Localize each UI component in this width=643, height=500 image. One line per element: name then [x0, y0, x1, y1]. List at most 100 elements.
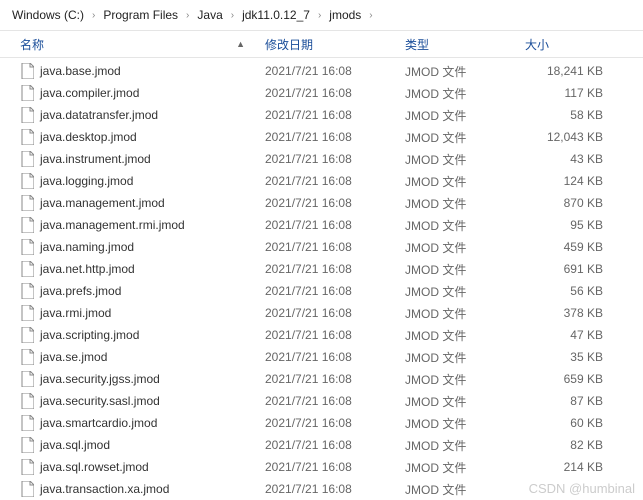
file-row[interactable]: java.se.jmod2021/7/21 16:08JMOD 文件35 KB	[0, 346, 643, 368]
file-size-cell: 87 KB	[525, 394, 633, 408]
file-name-label: java.datatransfer.jmod	[40, 108, 158, 122]
file-row[interactable]: java.management.jmod 2021/7/21 16:08JMOD …	[0, 192, 643, 214]
file-size-cell: 117 KB	[525, 86, 633, 100]
file-row[interactable]: java.rmi.jmod2021/7/21 16:08JMOD 文件378 K…	[0, 302, 643, 324]
file-date-cell: 2021/7/21 16:08	[265, 284, 405, 298]
file-name-label: java.desktop.jmod	[40, 130, 137, 144]
chevron-right-icon: ›	[367, 10, 374, 21]
file-row[interactable]: java.sql.rowset.jmod2021/7/21 16:08JMOD …	[0, 456, 643, 478]
file-size-cell: 60 KB	[525, 416, 633, 430]
file-icon	[20, 63, 34, 79]
file-name-cell: java.logging.jmod	[10, 173, 265, 189]
column-header-type-label: 类型	[405, 38, 429, 52]
file-name-cell: java.datatransfer.jmod	[10, 107, 265, 123]
file-name-label: java.naming.jmod	[40, 240, 134, 254]
column-header-size[interactable]: 大小	[525, 36, 633, 53]
breadcrumb-item[interactable]: Java	[195, 6, 224, 24]
file-date-cell: 2021/7/21 16:08	[265, 306, 405, 320]
file-row[interactable]: java.desktop.jmod2021/7/21 16:08JMOD 文件1…	[0, 126, 643, 148]
file-row[interactable]: java.net.http.jmod2021/7/21 16:08JMOD 文件…	[0, 258, 643, 280]
breadcrumb-item[interactable]: Program Files	[101, 6, 180, 24]
file-icon	[20, 481, 34, 497]
file-name-label: java.sql.jmod	[40, 438, 110, 452]
file-date-cell: 2021/7/21 16:08	[265, 196, 405, 210]
file-row[interactable]: java.smartcardio.jmod 2021/7/21 16:08JMOD…	[0, 412, 643, 434]
file-type-cell: JMOD 文件	[405, 371, 525, 388]
file-name-cell: java.instrument.jmod	[10, 151, 265, 167]
file-name-cell: java.rmi.jmod	[10, 305, 265, 321]
file-date-cell: 2021/7/21 16:08	[265, 64, 405, 78]
file-row[interactable]: java.datatransfer.jmod2021/7/21 16:08JMO…	[0, 104, 643, 126]
chevron-right-icon: ›	[229, 10, 236, 21]
file-name-label: java.transaction.xa.jmod	[40, 482, 169, 496]
column-header-row: 名称 ▲ 修改日期 类型 大小	[0, 30, 643, 58]
file-date-cell: 2021/7/21 16:08	[265, 152, 405, 166]
file-name-label: java.rmi.jmod	[40, 306, 111, 320]
file-type-cell: JMOD 文件	[405, 195, 525, 212]
file-icon	[20, 217, 34, 233]
breadcrumb-item[interactable]: jmods	[327, 6, 363, 24]
sort-ascending-icon: ▲	[236, 39, 245, 49]
file-name-cell: java.base.jmod	[10, 63, 265, 79]
file-row[interactable]: java.instrument.jmod2021/7/21 16:08JMOD …	[0, 148, 643, 170]
file-name-cell: java.scripting.jmod	[10, 327, 265, 343]
file-row[interactable]: java.sql.jmod2021/7/21 16:08JMOD 文件82 KB	[0, 434, 643, 456]
column-header-name-label: 名称	[20, 36, 44, 53]
file-list: java.base.jmod2021/7/21 16:08JMOD 文件18,2…	[0, 58, 643, 500]
file-name-cell: java.sql.jmod	[10, 437, 265, 453]
file-row[interactable]: java.security.sasl.jmod2021/7/21 16:08JM…	[0, 390, 643, 412]
file-icon	[20, 129, 34, 145]
file-name-cell: java.management.rmi.jmod	[10, 217, 265, 233]
file-row[interactable]: java.management.rmi.jmod2021/7/21 16:08J…	[0, 214, 643, 236]
file-type-cell: JMOD 文件	[405, 63, 525, 80]
file-size-cell: 56 KB	[525, 284, 633, 298]
file-name-label: java.sql.rowset.jmod	[40, 460, 149, 474]
file-name-cell: java.naming.jmod	[10, 239, 265, 255]
file-type-cell: JMOD 文件	[405, 305, 525, 322]
file-name-label: java.compiler.jmod	[40, 86, 139, 100]
file-row[interactable]: java.compiler.jmod2021/7/21 16:08JMOD 文件…	[0, 82, 643, 104]
file-type-cell: JMOD 文件	[405, 393, 525, 410]
chevron-right-icon: ›	[316, 10, 323, 21]
column-header-name[interactable]: 名称 ▲	[10, 36, 265, 53]
file-name-label: java.smartcardio.jmod	[40, 416, 157, 430]
file-row[interactable]: java.base.jmod2021/7/21 16:08JMOD 文件18,2…	[0, 60, 643, 82]
file-date-cell: 2021/7/21 16:08	[265, 130, 405, 144]
file-row[interactable]: java.security.jgss.jmod2021/7/21 16:08JM…	[0, 368, 643, 390]
file-type-cell: JMOD 文件	[405, 173, 525, 190]
file-row[interactable]: java.prefs.jmod2021/7/21 16:08JMOD 文件56 …	[0, 280, 643, 302]
file-icon	[20, 85, 34, 101]
file-icon	[20, 349, 34, 365]
chevron-right-icon: ›	[184, 10, 191, 21]
file-name-label: java.management.jmod	[40, 196, 165, 210]
file-type-cell: JMOD 文件	[405, 261, 525, 278]
file-date-cell: 2021/7/21 16:08	[265, 372, 405, 386]
file-type-cell: JMOD 文件	[405, 151, 525, 168]
file-name-cell: java.transaction.xa.jmod	[10, 481, 265, 497]
file-type-cell: JMOD 文件	[405, 415, 525, 432]
file-row[interactable]: java.transaction.xa.jmod2021/7/21 16:08J…	[0, 478, 643, 500]
file-name-cell: java.management.jmod	[10, 195, 265, 211]
file-size-cell: 12,043 KB	[525, 130, 633, 144]
file-date-cell: 2021/7/21 16:08	[265, 218, 405, 232]
breadcrumb-item[interactable]: jdk11.0.12_7	[240, 6, 312, 24]
file-icon	[20, 437, 34, 453]
file-icon	[20, 239, 34, 255]
breadcrumb-item[interactable]: Windows (C:)	[10, 6, 86, 24]
column-header-type[interactable]: 类型	[405, 36, 525, 53]
file-date-cell: 2021/7/21 16:08	[265, 416, 405, 430]
file-date-cell: 2021/7/21 16:08	[265, 240, 405, 254]
file-icon	[20, 393, 34, 409]
file-name-cell: java.smartcardio.jmod	[10, 415, 265, 431]
file-name-cell: java.security.sasl.jmod	[10, 393, 265, 409]
file-name-cell: java.security.jgss.jmod	[10, 371, 265, 387]
file-name-label: java.management.rmi.jmod	[40, 218, 185, 232]
file-type-cell: JMOD 文件	[405, 437, 525, 454]
file-row[interactable]: java.scripting.jmod2021/7/21 16:08JMOD 文…	[0, 324, 643, 346]
file-row[interactable]: java.naming.jmod2021/7/21 16:08JMOD 文件45…	[0, 236, 643, 258]
file-row[interactable]: java.logging.jmod2021/7/21 16:08JMOD 文件1…	[0, 170, 643, 192]
file-date-cell: 2021/7/21 16:08	[265, 482, 405, 496]
file-date-cell: 2021/7/21 16:08	[265, 350, 405, 364]
file-date-cell: 2021/7/21 16:08	[265, 328, 405, 342]
column-header-date[interactable]: 修改日期	[265, 36, 405, 53]
